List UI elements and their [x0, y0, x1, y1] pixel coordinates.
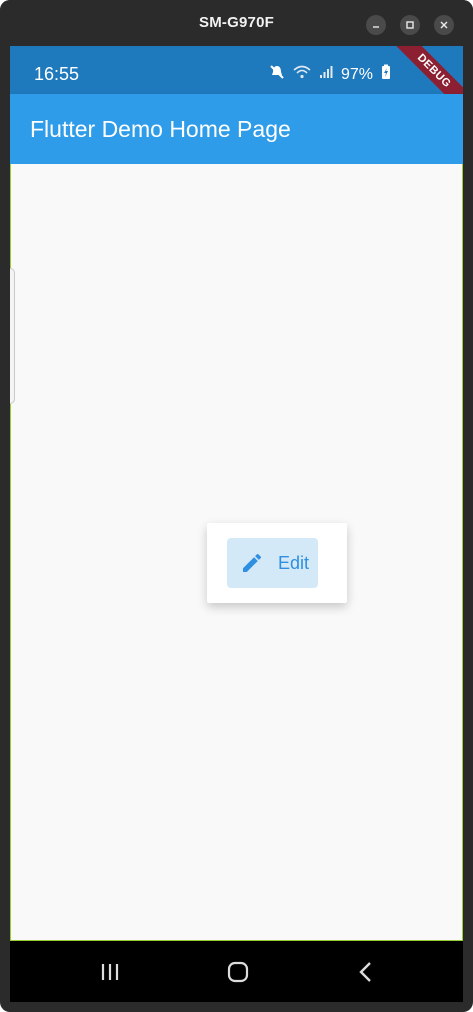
mute-icon [269, 64, 285, 85]
device-screen: 16:55 97% DEBUG Flutter Demo Home Page E… [10, 46, 463, 1002]
minimize-icon[interactable] [366, 15, 386, 35]
emulator-window: SM-G970F 16:55 97% DEBUG Flutter Demo Ho… [0, 0, 473, 1012]
maximize-icon[interactable] [400, 15, 420, 35]
app-bar: Flutter Demo Home Page [10, 94, 463, 164]
signal-icon [319, 65, 333, 84]
edit-button-label: Edit [278, 552, 310, 573]
app-bar-title: Flutter Demo Home Page [30, 116, 291, 142]
edit-button[interactable]: Edit [227, 538, 318, 588]
battery-label: 97% [340, 65, 373, 83]
edit-popup-menu: Edit [207, 523, 347, 603]
page-body: Edit [10, 164, 463, 1002]
system-nav-bar [10, 940, 463, 1002]
battery-charging-icon [381, 64, 391, 85]
home-icon[interactable] [218, 957, 258, 987]
status-icons: 97% [269, 64, 391, 85]
close-icon[interactable] [434, 15, 454, 35]
status-bar: 16:55 97% DEBUG [10, 46, 463, 124]
window-titlebar[interactable]: SM-G970F [0, 0, 473, 46]
wifi-icon [293, 65, 311, 84]
side-drag-handle[interactable] [10, 268, 15, 404]
recent-apps-icon[interactable] [90, 957, 130, 987]
pencil-icon [239, 550, 265, 576]
status-time: 16:55 [34, 64, 80, 84]
back-icon[interactable] [346, 957, 386, 987]
